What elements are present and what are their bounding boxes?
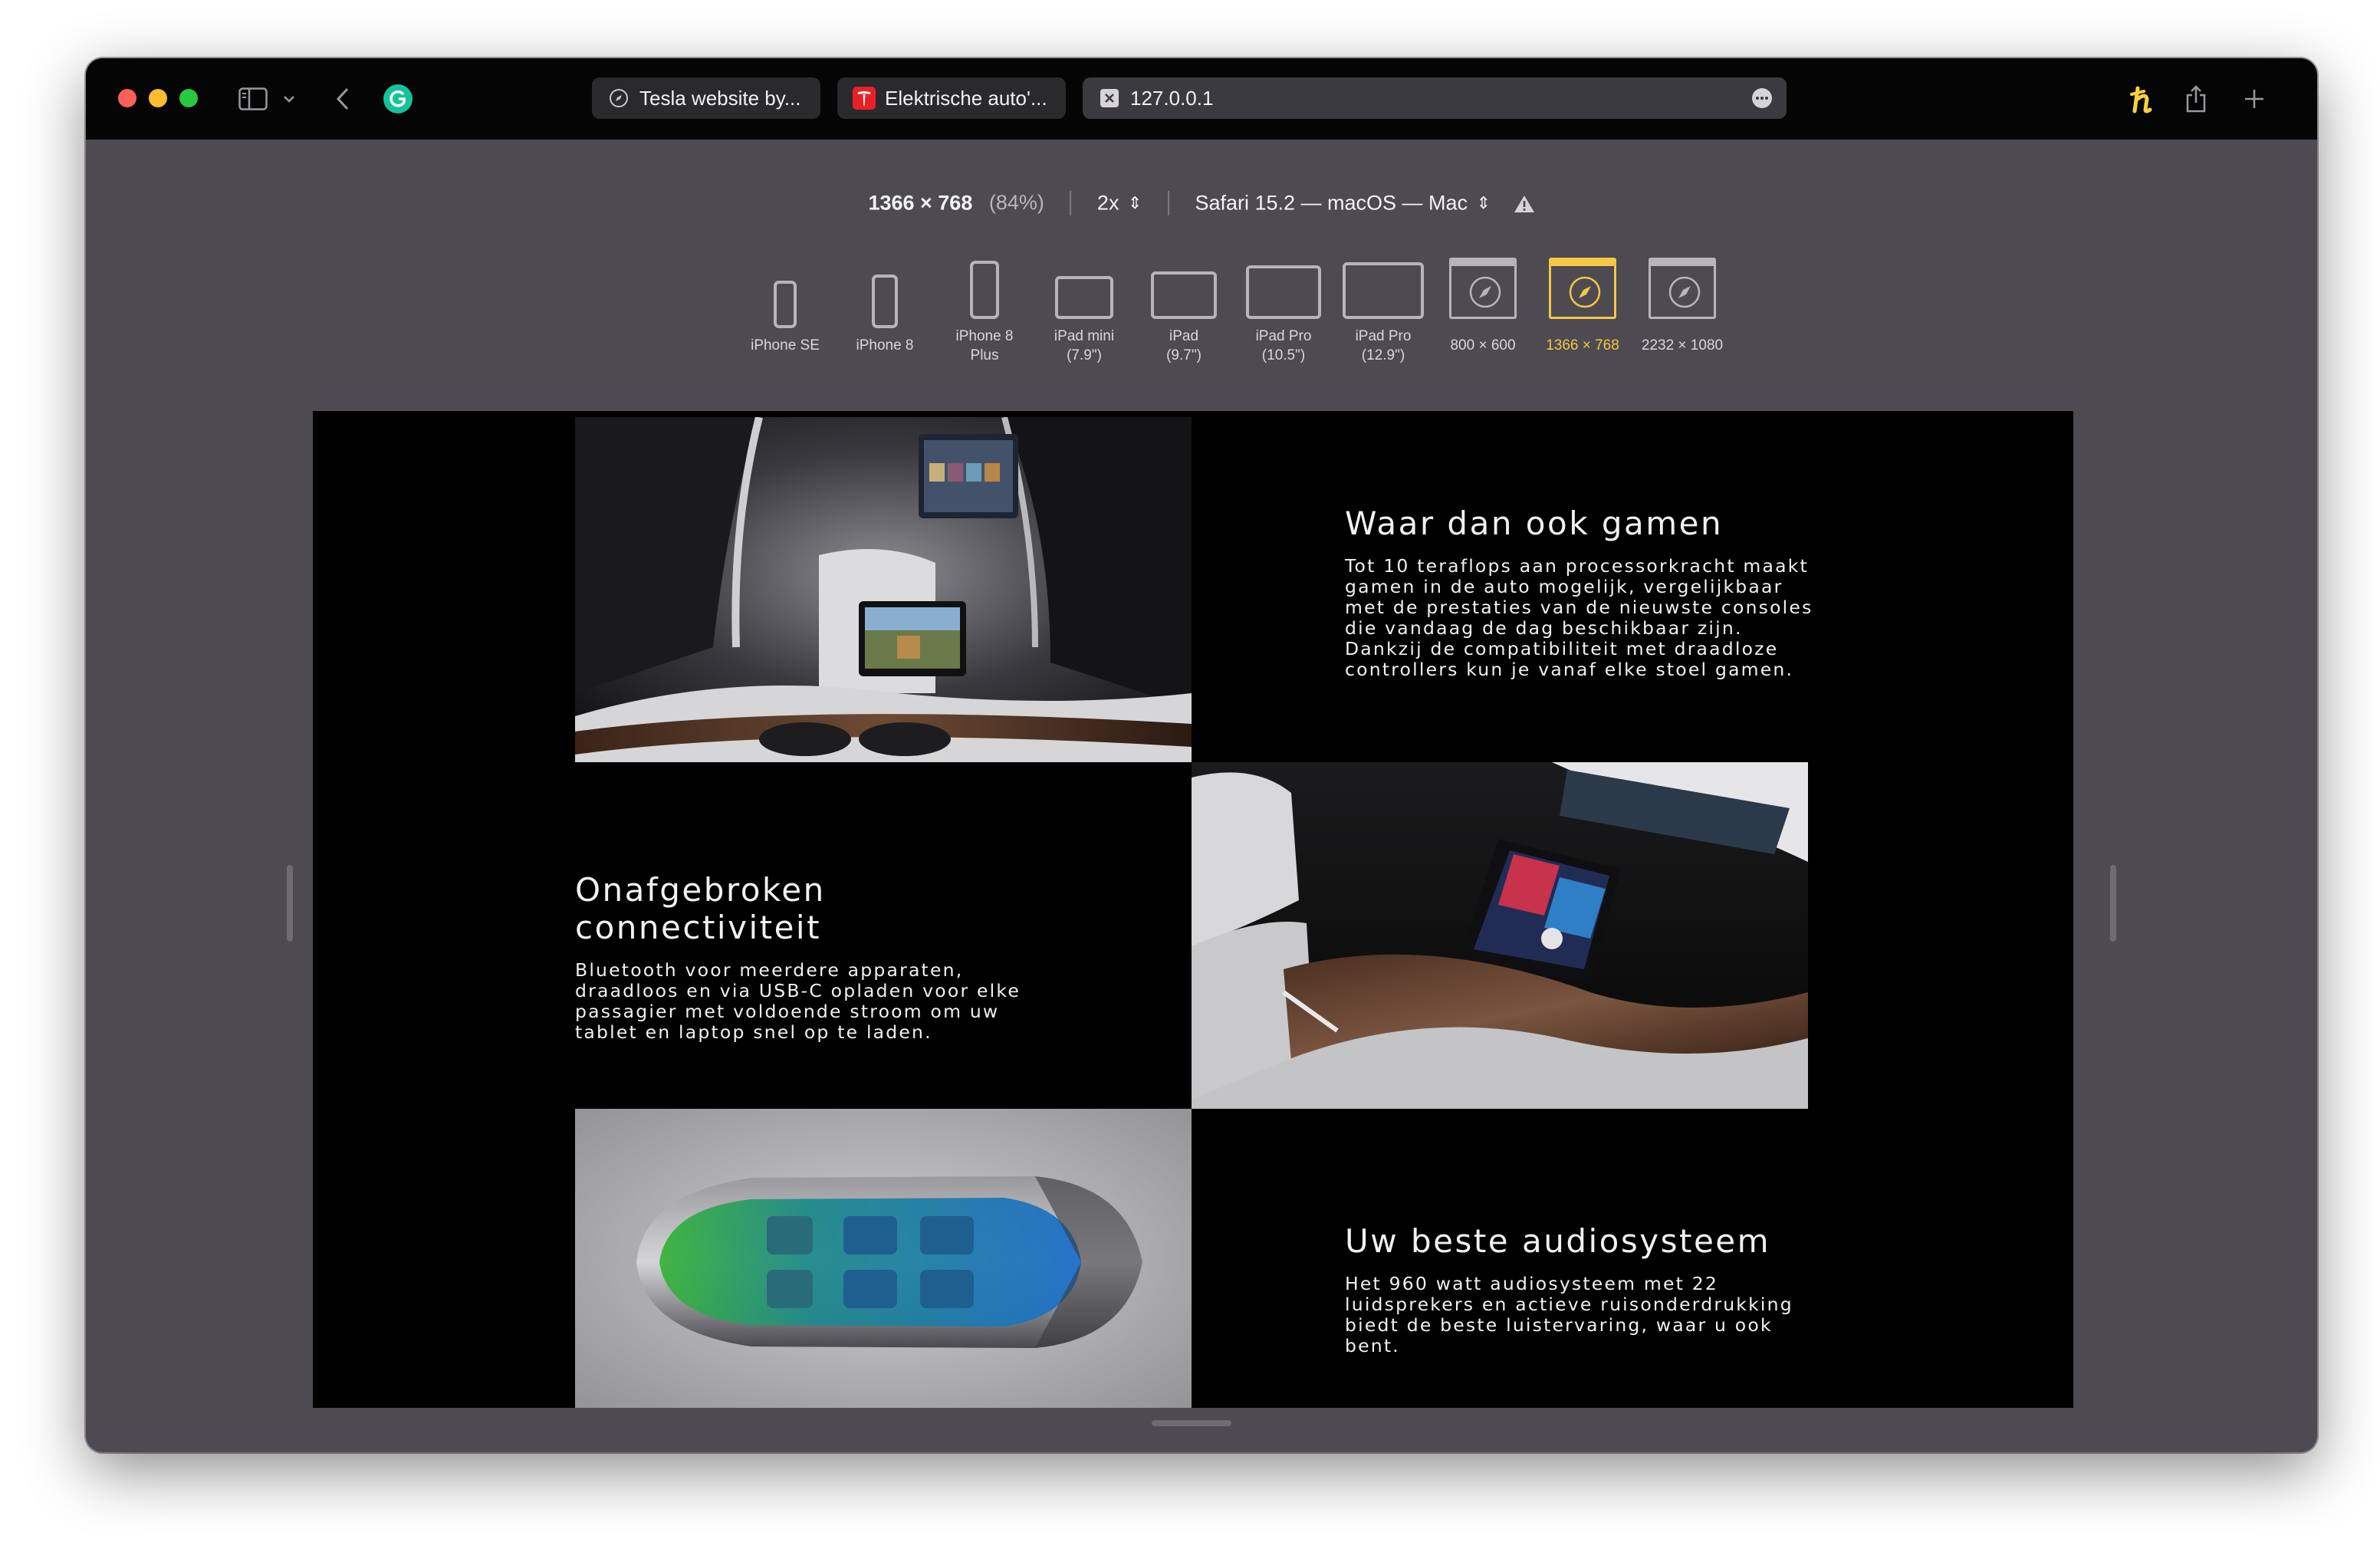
section-body: Tot 10 teraflops aan processorkracht maa… (1345, 555, 1813, 680)
page-viewport: Waar dan ook gamen Tot 10 teraflops aan … (313, 411, 2073, 1408)
safari-compass-icon (1449, 258, 1517, 319)
close-icon[interactable] (1098, 87, 1121, 110)
device-ipad-pro-12-9[interactable]: iPad Pro (12.9") (1333, 255, 1433, 365)
updown-chevron-icon: ⇕ (1476, 192, 1491, 212)
resize-handle-left[interactable] (287, 865, 293, 942)
device-1366x768[interactable]: 1366 × 768 (1533, 255, 1632, 355)
zoom-window-button[interactable] (179, 89, 198, 107)
minimize-window-button[interactable] (149, 89, 167, 107)
section-audio: Uw beste audiosysteem Het 960 watt audio… (1345, 1222, 1820, 1356)
ipad-icon (1151, 271, 1217, 319)
device-ipad-mini[interactable]: iPad mini (7.9") (1034, 255, 1134, 365)
section-gaming: Waar dan ook gamen Tot 10 teraflops aan … (1345, 505, 1820, 680)
new-tab-plus-icon[interactable] (2237, 80, 2271, 118)
ipad-icon (1055, 276, 1113, 319)
updown-chevron-icon: ⇕ (1127, 192, 1142, 212)
tab-label: 127.0.0.1 (1130, 86, 1214, 110)
device-2232x1080[interactable]: 2232 × 1080 (1632, 255, 1732, 355)
viewport-dimensions: 1366 × 768 (868, 191, 973, 215)
rear-seat-gaming-image (575, 417, 1192, 762)
section-title: Onafgebroken connectiviteit (575, 871, 826, 946)
device-presets: iPhone SE iPhone 8 iPhone 8 Plus iPad mi… (86, 255, 2317, 431)
safari-compass-icon (1649, 258, 1716, 319)
safari-compass-icon (1549, 258, 1616, 319)
honey-extension-icon[interactable] (2125, 80, 2159, 118)
section-body: Bluetooth voor meerdere apparaten, draad… (575, 959, 1021, 1043)
device-iphone-8-plus[interactable]: iPhone 8 Plus (935, 255, 1034, 365)
divider (1167, 190, 1169, 215)
browser-toolbar: Tesla website by... Elektrische auto'...… (86, 58, 2317, 140)
tab-label: Tesla website by... (639, 86, 801, 110)
section-title: Uw beste audiosysteem (1345, 1222, 1771, 1260)
ipad-icon (1246, 265, 1321, 319)
browser-window: Tesla website by... Elektrische auto'...… (86, 58, 2317, 1452)
share-icon[interactable] (2179, 80, 2213, 118)
responsive-design-header: 1366 × 768 (84%) 2x ⇕ Safari 15.2 — macO… (86, 190, 2317, 215)
close-window-button[interactable] (118, 89, 136, 107)
tab-elektrische-auto[interactable]: Elektrische auto'... (837, 77, 1066, 119)
resize-handle-bottom[interactable] (1152, 1420, 1231, 1426)
device-iphone-8[interactable]: iPhone 8 (835, 255, 935, 355)
tesla-logo-icon (853, 87, 876, 110)
center-console-image (1192, 762, 1808, 1109)
iphone-icon (774, 281, 797, 328)
compass-icon (607, 87, 630, 110)
iphone-icon (872, 275, 898, 328)
device-iphone-se[interactable]: iPhone SE (735, 255, 835, 355)
chevron-down-icon[interactable] (279, 80, 299, 118)
back-arrow-icon[interactable] (330, 80, 356, 118)
resize-handle-right[interactable] (2110, 865, 2116, 942)
grammarly-icon[interactable] (379, 80, 417, 118)
tab-localhost[interactable]: 127.0.0.1 (1083, 77, 1787, 119)
tab-label: Elektrische auto'... (885, 86, 1047, 110)
section-connectivity: Onafgebroken connectiviteit Bluetooth vo… (575, 871, 1050, 1043)
sidebar-toggle-icon[interactable] (236, 80, 270, 118)
zoom-level: (84%) (988, 191, 1044, 215)
more-options-icon[interactable] (1751, 87, 1773, 114)
tab-tesla-website[interactable]: Tesla website by... (592, 77, 820, 119)
device-ipad[interactable]: iPad (9.7") (1134, 255, 1234, 365)
device-ipad-pro-10-5[interactable]: iPad Pro (10.5") (1234, 255, 1333, 365)
pixel-ratio-select[interactable]: 2x (1097, 191, 1119, 214)
car-topview-image (575, 1109, 1192, 1408)
divider (1070, 190, 1072, 215)
warning-icon (1514, 191, 1535, 214)
iphone-icon (970, 261, 999, 319)
device-800x600[interactable]: 800 × 600 (1433, 255, 1533, 355)
section-title: Waar dan ook gamen (1345, 505, 1724, 542)
section-body: Het 960 watt audiosysteem met 22 luidspr… (1345, 1273, 1793, 1356)
ipad-icon (1343, 262, 1424, 319)
user-agent-select[interactable]: Safari 15.2 — macOS — Mac (1195, 191, 1468, 214)
